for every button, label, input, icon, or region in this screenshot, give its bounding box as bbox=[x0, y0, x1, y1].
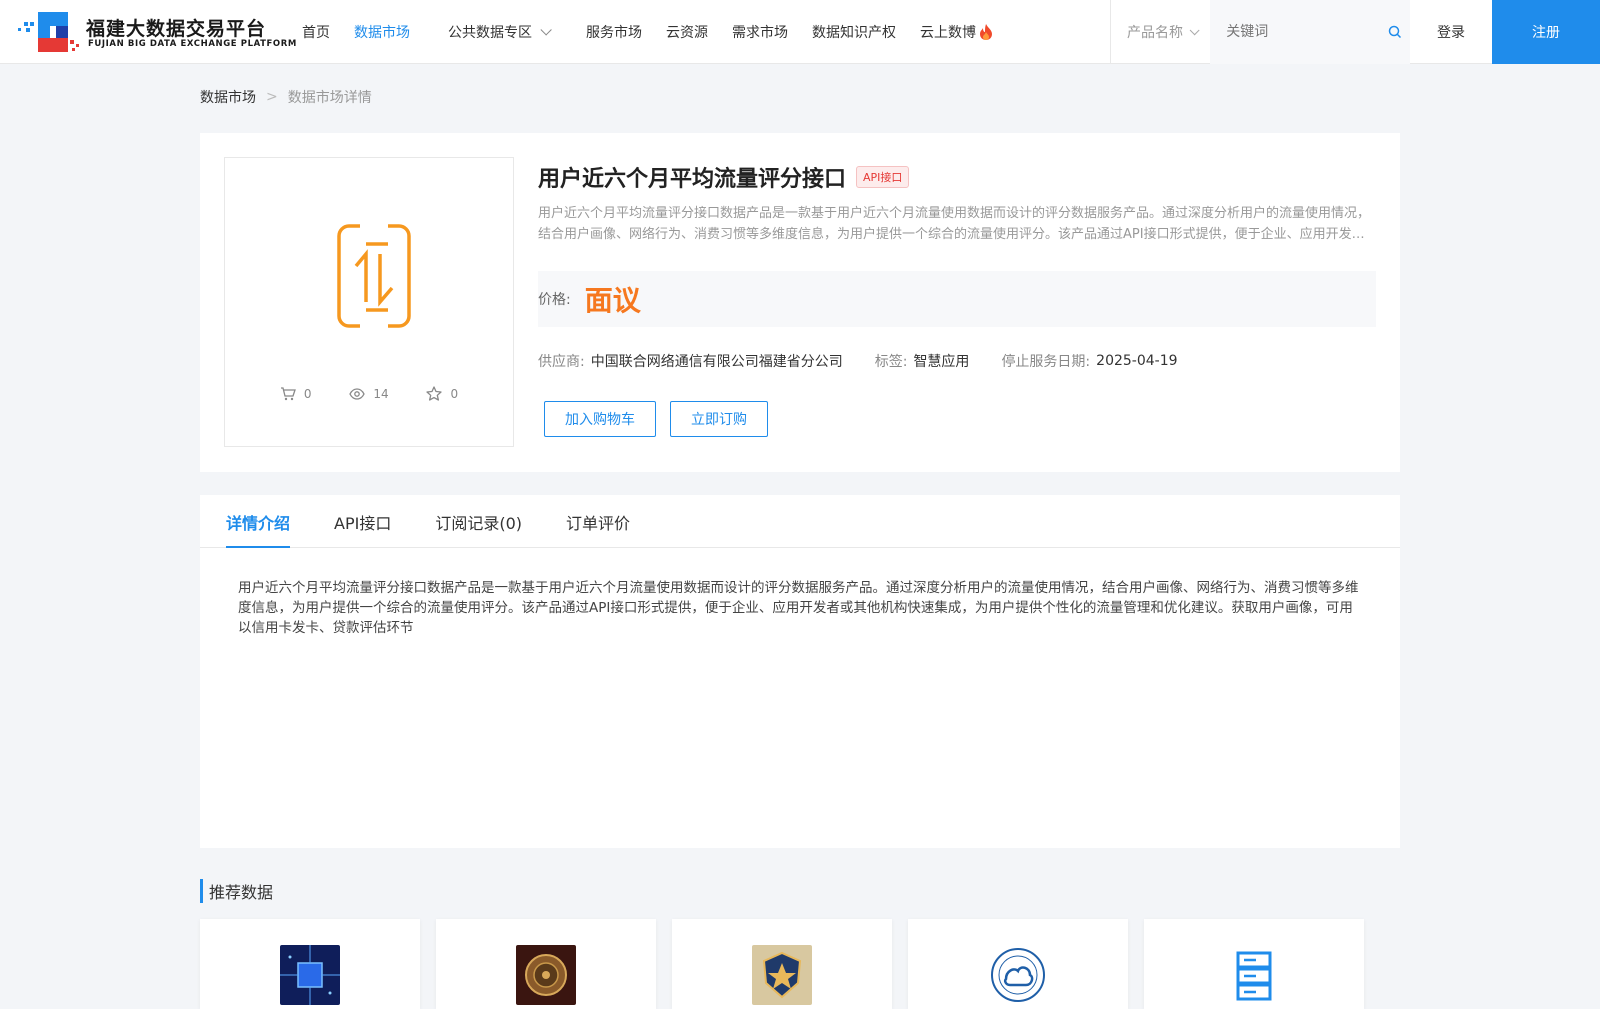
nav-item-data-ip[interactable]: 数据知识产权 bbox=[812, 22, 896, 42]
supplier-value: 中国联合网络通信有限公司福建省分公司 bbox=[590, 354, 843, 370]
search-input[interactable] bbox=[1210, 0, 1381, 64]
add-to-cart-button[interactable]: 加入购物车 bbox=[544, 401, 656, 437]
server-rack-icon bbox=[1224, 945, 1284, 1005]
product-info: 用户近六个月平均流量评分接口 API接口 用户近六个月平均流量评分接口数据产品是… bbox=[538, 157, 1376, 437]
view-count-value: 14 bbox=[373, 386, 389, 401]
login-button[interactable]: 登录 bbox=[1410, 0, 1492, 64]
recommend-card[interactable] bbox=[908, 919, 1128, 1009]
search-button[interactable] bbox=[1380, 0, 1410, 64]
search-box: 产品名称 bbox=[1110, 0, 1410, 64]
search-type-select[interactable]: 产品名称 bbox=[1111, 22, 1210, 42]
detail-tabs-panel: 详情介绍 API接口 订阅记录(0) 订单评价 用户近六个月平均流量评分接口数据… bbox=[200, 495, 1400, 848]
cart-count: 0 bbox=[280, 386, 312, 401]
logo-text-cn: 福建大数据交易平台 bbox=[86, 18, 267, 40]
api-badge: API接口 bbox=[856, 166, 910, 188]
police-badge-image bbox=[752, 945, 812, 1005]
product-thumbnail: 0 14 0 bbox=[224, 157, 514, 447]
star-icon bbox=[426, 386, 443, 401]
recommend-title: 推荐数据 bbox=[200, 879, 273, 903]
recommend-card[interactable] bbox=[436, 919, 656, 1009]
nav-item-cloud-resources[interactable]: 云资源 bbox=[666, 22, 708, 42]
product-title-row: 用户近六个月平均流量评分接口 API接口 bbox=[538, 157, 1376, 197]
end-date-value: 2025-04-19 bbox=[1096, 353, 1178, 369]
chevron-down-icon bbox=[540, 24, 552, 36]
network-chip-image bbox=[280, 945, 340, 1005]
product-stats: 0 14 0 bbox=[225, 386, 513, 401]
product-meta: 供应商: 中国联合网络通信有限公司福建省分公司 标签: 智慧应用 停止服务日期:… bbox=[538, 351, 1376, 371]
favorite-count[interactable]: 0 bbox=[426, 386, 458, 401]
cart-icon bbox=[280, 386, 296, 400]
end-date-label: 停止服务日期: bbox=[1001, 354, 1091, 370]
breadcrumb-root[interactable]: 数据市场 bbox=[200, 87, 256, 107]
weather-bureau-logo bbox=[988, 945, 1048, 1005]
view-count: 14 bbox=[349, 386, 389, 401]
tab-api[interactable]: API接口 bbox=[334, 495, 391, 548]
product-description: 用户近六个月平均流量评分接口数据产品是一款基于用户近六个月流量使用数据而设计的评… bbox=[538, 206, 1371, 242]
recommend-card[interactable] bbox=[200, 919, 420, 1009]
supplier-label: 供应商: bbox=[538, 354, 585, 370]
chevron-down-icon bbox=[1189, 24, 1200, 35]
eye-icon bbox=[349, 387, 366, 400]
product-card: 0 14 0 用户近六个月平均流量评分接口 API接口 用户近六个月平均流量评分… bbox=[200, 133, 1400, 472]
tab-subscription-records[interactable]: 订阅记录(0) bbox=[435, 495, 522, 548]
search-type-value: 产品名称 bbox=[1127, 25, 1183, 41]
logo-text-en: FUJIAN BIG DATA EXCHANGE PLATFORM bbox=[88, 39, 297, 49]
nav-item-cloud-expo-label: 云上数博 bbox=[920, 25, 976, 41]
tab-order-reviews[interactable]: 订单评价 bbox=[566, 495, 630, 548]
top-header: 福建大数据交易平台 FUJIAN BIG DATA EXCHANGE PLATF… bbox=[0, 0, 1600, 64]
tag-label: 标签: bbox=[874, 354, 908, 370]
price-value: 面议 bbox=[584, 284, 641, 317]
logo-mark-icon bbox=[18, 12, 79, 52]
product-actions: 加入购物车 立即订购 bbox=[538, 401, 1376, 437]
nav-item-cloud-expo[interactable]: 云上数博 bbox=[920, 22, 993, 42]
detail-description: 用户近六个月平均流量评分接口数据产品是一款基于用户近六个月流量使用数据而设计的评… bbox=[238, 580, 1359, 636]
main-nav: 首页 数据市场 公共数据专区 服务市场 云资源 需求市场 数据知识产权 云上数博 bbox=[302, 0, 1017, 64]
register-button[interactable]: 注册 bbox=[1492, 0, 1600, 64]
platform-logo[interactable]: 福建大数据交易平台 FUJIAN BIG DATA EXCHANGE PLATF… bbox=[16, 10, 296, 54]
price-label: 价格: bbox=[538, 292, 571, 308]
product-title: 用户近六个月平均流量评分接口 bbox=[538, 167, 847, 192]
data-transfer-icon bbox=[337, 224, 411, 329]
fire-icon bbox=[980, 24, 992, 40]
price-box: 价格: 面议 bbox=[538, 271, 1376, 327]
tag-value: 智慧应用 bbox=[913, 354, 970, 370]
tab-bar: 详情介绍 API接口 订阅记录(0) 订单评价 bbox=[200, 495, 1400, 548]
recommend-card[interactable] bbox=[672, 919, 892, 1009]
breadcrumb: 数据市场 > 数据市场详情 bbox=[200, 87, 372, 107]
subscribe-now-button[interactable]: 立即订购 bbox=[670, 401, 768, 437]
cart-count-value: 0 bbox=[303, 386, 312, 401]
nav-item-public-data[interactable]: 公共数据专区 bbox=[448, 22, 552, 42]
search-icon bbox=[1388, 25, 1402, 39]
nav-item-home[interactable]: 首页 bbox=[302, 22, 330, 42]
nav-item-public-data-label: 公共数据专区 bbox=[448, 25, 532, 41]
nav-item-demand-market[interactable]: 需求市场 bbox=[732, 22, 788, 42]
breadcrumb-separator: > bbox=[266, 89, 278, 105]
tab-details[interactable]: 详情介绍 bbox=[226, 495, 291, 548]
favorite-count-value: 0 bbox=[450, 386, 459, 401]
breadcrumb-current: 数据市场详情 bbox=[287, 90, 372, 106]
recommend-card[interactable] bbox=[1144, 919, 1364, 1009]
nav-item-service-market[interactable]: 服务市场 bbox=[586, 22, 642, 42]
bronze-coin-image bbox=[516, 945, 576, 1005]
recommend-list bbox=[200, 919, 1380, 1009]
nav-item-data-market[interactable]: 数据市场 bbox=[354, 22, 410, 42]
